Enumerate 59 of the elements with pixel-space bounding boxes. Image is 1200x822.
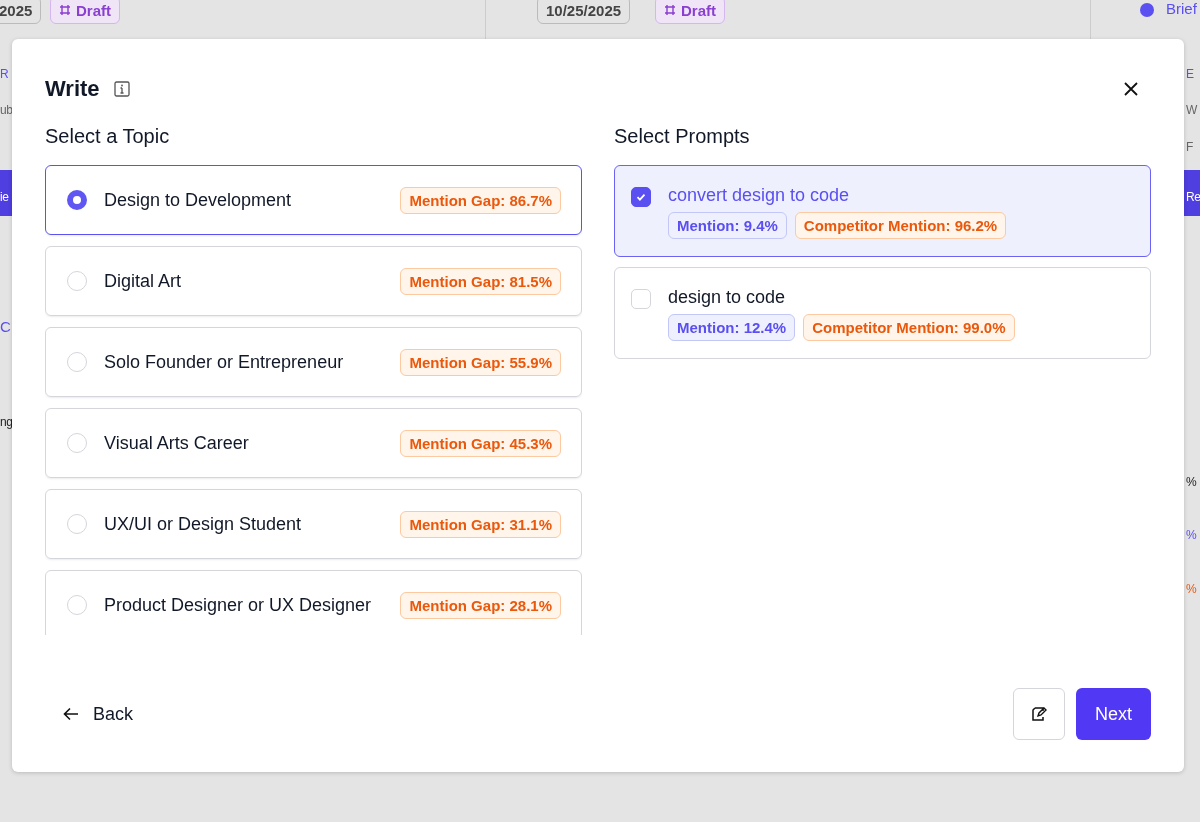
back-arrow-icon <box>63 707 79 721</box>
cut-text: ng <box>0 415 13 429</box>
topic-label: Visual Arts Career <box>104 432 250 454</box>
topic-label: Product Designer or UX Designer <box>104 594 373 616</box>
cut-text: ie <box>0 190 9 204</box>
prompt-option[interactable]: convert design to code Mention: 9.4% Competitor Mention: 96.2% <box>614 165 1151 257</box>
cut-text: W <box>1186 103 1197 117</box>
mention-gap-tag: Mention Gap: 31.1% <box>400 510 561 538</box>
close-icon[interactable] <box>1123 81 1139 97</box>
checkbox[interactable] <box>631 187 651 207</box>
topic-label: UX/UI or Design Student <box>104 513 303 535</box>
prompt-label: design to code <box>668 287 787 308</box>
status-tag: Draft <box>50 0 120 24</box>
topic-label: Design to Development <box>104 189 293 211</box>
mention-gap-tag: Mention Gap: 28.1% <box>400 591 561 619</box>
topic-label: Digital Art <box>104 270 183 292</box>
mention-tag: Mention: 12.4% <box>668 314 796 341</box>
status-dot <box>1140 3 1154 17</box>
mention-gap-tag: Mention Gap: 86.7% <box>400 186 561 214</box>
status-tag: Draft <box>655 0 725 24</box>
topic-option[interactable]: UX/UI or Design Student Mention Gap: 31.1% <box>45 489 582 559</box>
radio-button[interactable] <box>67 190 87 210</box>
section-heading: Select Prompts <box>614 125 751 149</box>
cut-text: C <box>0 318 11 335</box>
brief-link[interactable]: Brief <box>1166 0 1197 17</box>
status-tag: 10/25/2025 <box>537 0 631 24</box>
section-heading: Select a Topic <box>45 125 171 149</box>
topic-option[interactable]: Digital Art Mention Gap: 81.5% <box>45 246 582 316</box>
topic-label: Solo Founder or Entrepreneur <box>104 351 345 373</box>
dialog-title: Write <box>45 76 100 102</box>
back-button[interactable]: Back <box>45 697 152 731</box>
topic-option[interactable]: Visual Arts Career Mention Gap: 45.3% <box>45 408 582 478</box>
prompt-label: convert design to code <box>668 185 851 206</box>
edit-button[interactable] <box>1013 688 1065 740</box>
edit-icon <box>1030 705 1048 723</box>
cut-text: % <box>1186 475 1197 489</box>
cut-text: % <box>1186 528 1197 542</box>
topic-option[interactable]: Solo Founder or Entrepreneur Mention Gap: 55.9% <box>45 327 582 397</box>
cut-text: F <box>1186 140 1193 154</box>
info-icon[interactable] <box>113 81 130 97</box>
prompt-option[interactable]: design to code Mention: 12.4% Competitor Mention: 99.0% <box>614 267 1151 359</box>
competitor-mention-tag: Competitor Mention: 99.0% <box>803 314 1015 341</box>
cut-text: ub <box>0 103 13 117</box>
mention-gap-tag: Mention Gap: 55.9% <box>400 348 561 376</box>
cut-text: Re <box>1186 190 1200 204</box>
cut-text: R <box>0 67 9 81</box>
mention-gap-tag: Mention Gap: 45.3% <box>400 429 561 457</box>
frame-icon <box>664 4 676 16</box>
check-icon <box>635 191 647 203</box>
frame-icon <box>59 4 71 16</box>
competitor-mention-tag: Competitor Mention: 96.2% <box>794 212 1007 239</box>
mention-tag: Mention: 9.4% <box>668 212 787 239</box>
mention-gap-tag: Mention Gap: 81.5% <box>400 267 561 295</box>
topic-option[interactable]: Design to Development Mention Gap: 86.7% <box>45 165 582 235</box>
status-tag: 2025 <box>0 0 42 24</box>
cut-text: % <box>1186 582 1197 596</box>
cut-text: E <box>1186 67 1194 81</box>
next-button[interactable]: Next <box>1076 688 1151 740</box>
topic-option[interactable]: Product Designer or UX Designer Mention Gap: 28.1% <box>45 570 582 635</box>
